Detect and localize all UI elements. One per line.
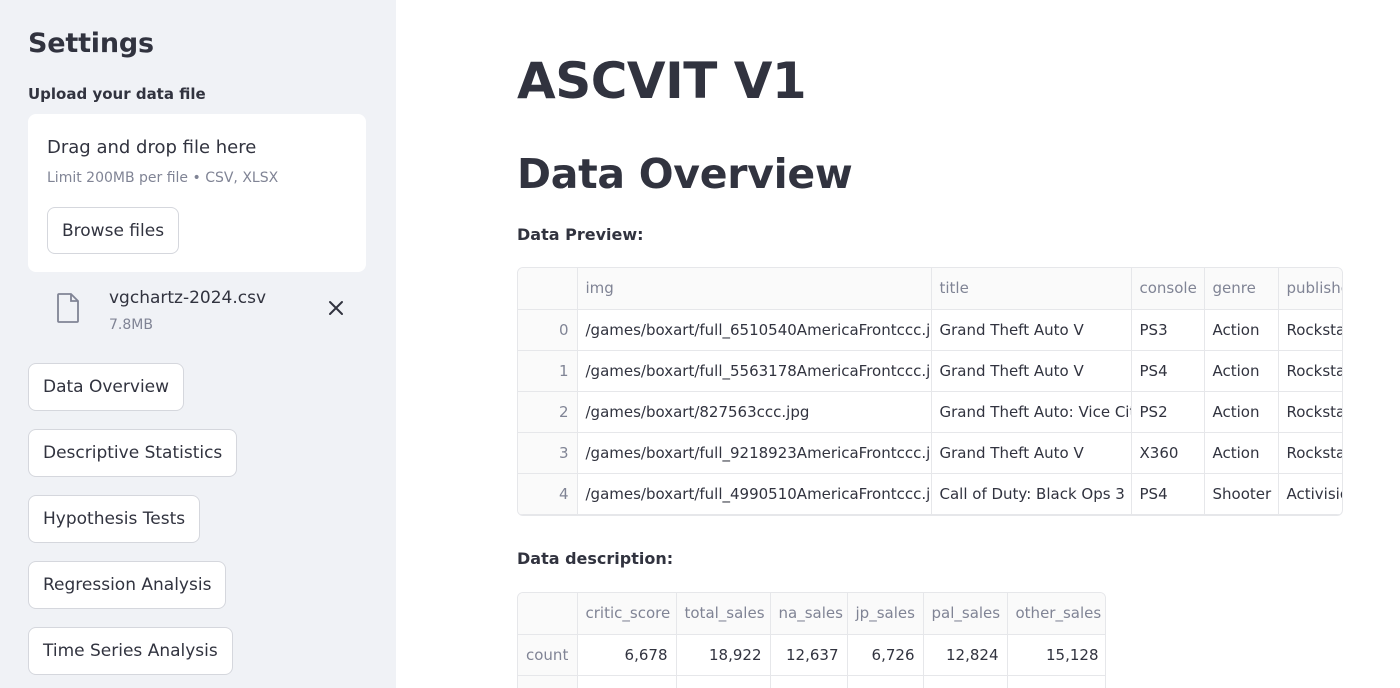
table-cell[interactable]	[577, 675, 677, 688]
uploaded-file-row: vgchartz-2024.csv 7.8MB	[28, 283, 366, 339]
row-index: 1	[518, 350, 578, 392]
table-row: 1 /games/boxart/full_5563178AmericaFront…	[518, 350, 1342, 392]
table-cell[interactable]	[847, 675, 924, 688]
table-cell[interactable]: 12,637	[770, 634, 848, 676]
table-header-row: img title console genre publisher	[518, 268, 1342, 310]
column-header[interactable]	[518, 593, 578, 635]
table-cell[interactable]: Call of Duty: Black Ops 3	[931, 473, 1132, 515]
main-content: ASCVIT V1 Data Overview Data Preview: im…	[396, 0, 1400, 688]
table-row: 2 /games/boxart/827563ccc.jpg Grand Thef…	[518, 391, 1342, 433]
column-header[interactable]: title	[931, 268, 1132, 310]
table-cell[interactable]: Action	[1204, 350, 1279, 392]
table-cell[interactable]: 15,128	[1007, 634, 1105, 676]
table-row: 3 /games/boxart/full_9218923AmericaFront…	[518, 432, 1342, 474]
table-cell[interactable]: /games/boxart/827563ccc.jpg	[577, 391, 932, 433]
data-description-label: Data description:	[517, 549, 674, 568]
uploaded-file-size: 7.8MB	[109, 317, 153, 333]
table-cell[interactable]: Rockstar	[1278, 391, 1342, 433]
table-cell[interactable]: Shooter	[1204, 473, 1279, 515]
table-cell[interactable]: Action	[1204, 432, 1279, 474]
table-cell[interactable]: PS3	[1131, 309, 1205, 351]
column-header[interactable]: critic_score	[577, 593, 677, 635]
close-icon[interactable]	[325, 297, 347, 319]
table-cell[interactable]: Action	[1204, 391, 1279, 433]
sidebar: Settings Upload your data file Drag and …	[0, 0, 396, 688]
data-preview-label: Data Preview:	[517, 225, 644, 244]
table-row: 0 /games/boxart/full_6510540AmericaFront…	[518, 309, 1342, 351]
table-cell[interactable]	[676, 675, 771, 688]
section-title: Data Overview	[517, 150, 853, 198]
table-cell[interactable]	[1007, 675, 1105, 688]
nav-time-series-analysis-button[interactable]: Time Series Analysis	[28, 627, 233, 675]
column-header[interactable]: img	[577, 268, 932, 310]
data-preview-table[interactable]: img title console genre publisher 0 /gam…	[517, 267, 1343, 516]
table-cell[interactable]: Rockstar	[1278, 432, 1342, 474]
table-cell[interactable]: Action	[1204, 309, 1279, 351]
table-cell[interactable]: Grand Theft Auto V	[931, 350, 1132, 392]
table-cell[interactable]: PS2	[1131, 391, 1205, 433]
app-title: ASCVIT V1	[517, 52, 807, 110]
table-row	[518, 675, 1105, 688]
table-cell[interactable]: /games/boxart/full_9218923AmericaFrontcc…	[577, 432, 932, 474]
column-header[interactable]: publisher	[1278, 268, 1342, 310]
row-index	[518, 675, 578, 688]
row-index: 2	[518, 391, 578, 433]
column-header[interactable]: pal_sales	[923, 593, 1008, 635]
upload-label: Upload your data file	[28, 85, 206, 103]
dropzone-main-text: Drag and drop file here	[47, 137, 257, 158]
sidebar-title: Settings	[28, 28, 154, 59]
table-cell[interactable]: 12,824	[923, 634, 1008, 676]
table-cell[interactable]: Grand Theft Auto V	[931, 309, 1132, 351]
table-cell[interactable]: /games/boxart/full_4990510AmericaFrontcc…	[577, 473, 932, 515]
column-header[interactable]: console	[1131, 268, 1205, 310]
nav-hypothesis-tests-button[interactable]: Hypothesis Tests	[28, 495, 201, 543]
row-index: 4	[518, 473, 578, 515]
browse-files-button[interactable]: Browse files	[47, 207, 180, 254]
column-header[interactable]: jp_sales	[847, 593, 924, 635]
file-icon	[57, 293, 79, 323]
table-cell[interactable]: /games/boxart/full_6510540AmericaFrontcc…	[577, 309, 932, 351]
column-header[interactable]: other_sales	[1007, 593, 1105, 635]
row-index: 0	[518, 309, 578, 351]
nav-descriptive-statistics-button[interactable]: Descriptive Statistics	[28, 429, 238, 477]
table-row: count 6,678 18,922 12,637 6,726 12,824 1…	[518, 634, 1105, 676]
table-cell[interactable]: 18,922	[676, 634, 771, 676]
table-cell[interactable]: Grand Theft Auto V	[931, 432, 1132, 474]
table-cell[interactable]: Activision	[1278, 473, 1342, 515]
table-cell[interactable]: 6,678	[577, 634, 677, 676]
column-header[interactable]: genre	[1204, 268, 1279, 310]
row-index: count	[518, 634, 578, 676]
column-header[interactable]: na_sales	[770, 593, 848, 635]
table-cell[interactable]: Grand Theft Auto: Vice City	[931, 391, 1132, 433]
table-cell[interactable]: /games/boxart/full_5563178AmericaFrontcc…	[577, 350, 932, 392]
table-cell[interactable]	[923, 675, 1008, 688]
column-header[interactable]	[518, 268, 578, 310]
uploaded-file-name: vgchartz-2024.csv	[109, 288, 267, 308]
table-header-row: critic_score total_sales na_sales jp_sal…	[518, 593, 1105, 635]
column-header[interactable]: total_sales	[676, 593, 771, 635]
table-cell[interactable]: Rockstar	[1278, 309, 1342, 351]
table-cell[interactable]: 6,726	[847, 634, 924, 676]
data-description-table[interactable]: critic_score total_sales na_sales jp_sal…	[517, 592, 1106, 688]
file-dropzone[interactable]: Drag and drop file here Limit 200MB per …	[28, 114, 366, 272]
nav-regression-analysis-button[interactable]: Regression Analysis	[28, 561, 227, 609]
table-cell[interactable]: Rockstar	[1278, 350, 1342, 392]
table-cell[interactable]: PS4	[1131, 350, 1205, 392]
dropzone-limit-text: Limit 200MB per file • CSV, XLSX	[47, 170, 279, 186]
table-row: 4 /games/boxart/full_4990510AmericaFront…	[518, 473, 1342, 515]
nav-data-overview-button[interactable]: Data Overview	[28, 363, 185, 411]
row-index: 3	[518, 432, 578, 474]
table-cell[interactable]	[770, 675, 848, 688]
table-cell[interactable]: PS4	[1131, 473, 1205, 515]
table-cell[interactable]: X360	[1131, 432, 1205, 474]
